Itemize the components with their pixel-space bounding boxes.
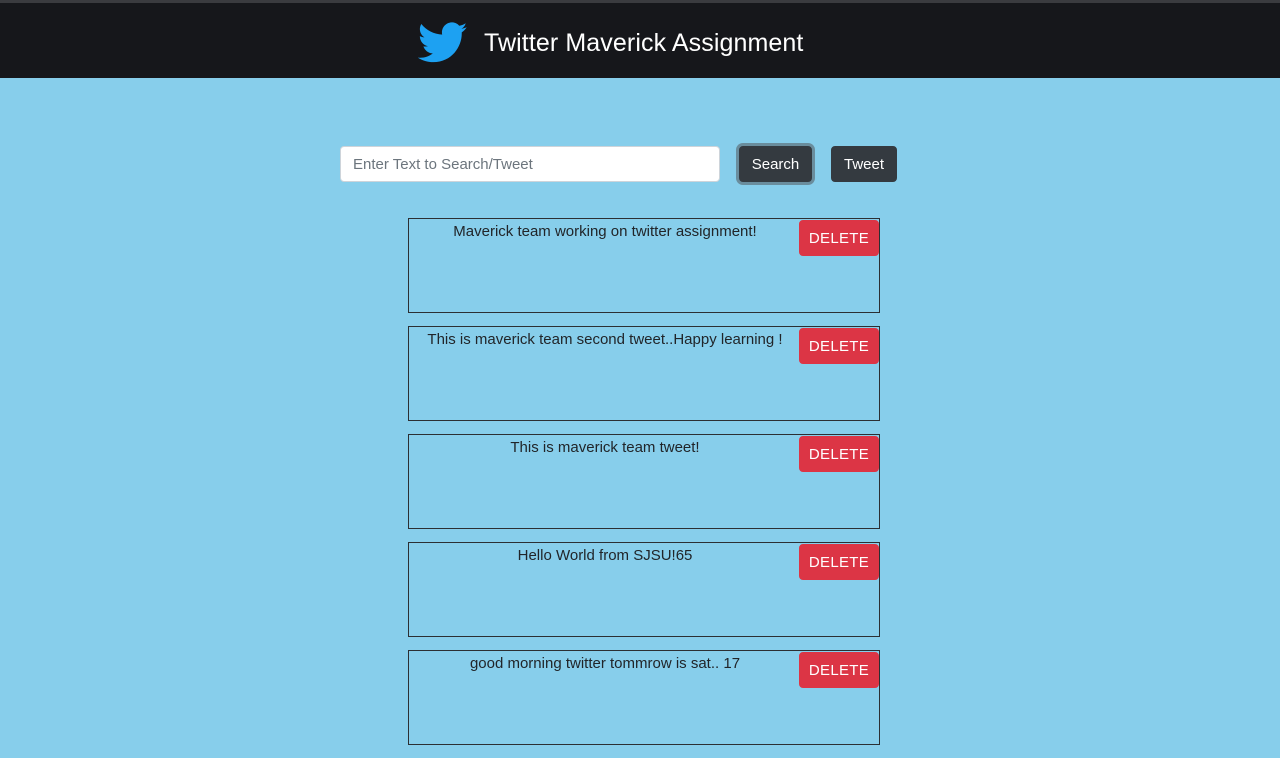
- delete-tweet-button[interactable]: DELETE: [799, 220, 879, 256]
- tweet-list: Maverick team working on twitter assignm…: [408, 218, 880, 758]
- app-title: Twitter Maverick Assignment: [484, 28, 804, 57]
- tweet-button[interactable]: Tweet: [831, 146, 897, 182]
- tweet-text: This is maverick team second tweet..Happ…: [427, 331, 783, 348]
- delete-tweet-button[interactable]: DELETE: [799, 544, 879, 580]
- tweet-card: Maverick team working on twitter assignm…: [408, 218, 880, 313]
- search-tweet-input[interactable]: [340, 146, 720, 182]
- tweet-card: Hello World from SJSU!65 DELETE: [408, 542, 880, 637]
- brand[interactable]: Twitter Maverick Assignment: [418, 21, 803, 65]
- twitter-bird-icon: [418, 22, 468, 64]
- tweet-card: This is maverick team second tweet..Happ…: [408, 326, 880, 421]
- delete-tweet-button[interactable]: DELETE: [799, 436, 879, 472]
- delete-tweet-button[interactable]: DELETE: [799, 652, 879, 688]
- tweet-text: Hello World from SJSU!65: [517, 547, 693, 564]
- delete-tweet-button[interactable]: DELETE: [799, 328, 879, 364]
- tweet-text: good morning twitter tommrow is sat.. 17: [469, 655, 741, 672]
- tweet-text: This is maverick team tweet!: [510, 439, 700, 456]
- tweet-text: Maverick team working on twitter assignm…: [453, 223, 757, 240]
- tweet-card: good morning twitter tommrow is sat.. 17…: [408, 650, 880, 745]
- search-button[interactable]: Search: [739, 146, 812, 182]
- tweet-card: This is maverick team tweet! DELETE: [408, 434, 880, 529]
- top-navbar: Twitter Maverick Assignment: [0, 0, 1280, 78]
